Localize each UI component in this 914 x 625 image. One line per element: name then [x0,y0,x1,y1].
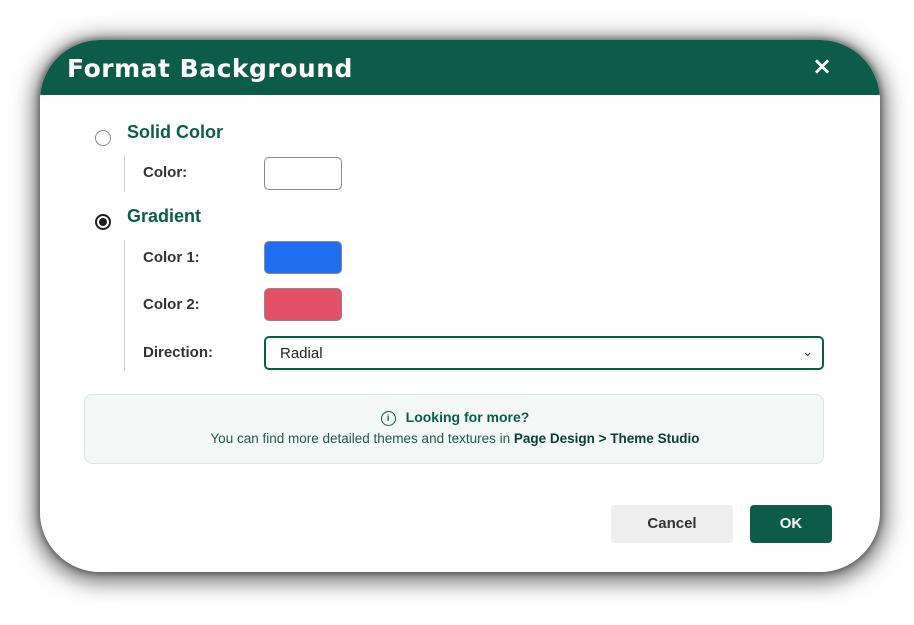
solid-color-swatch[interactable] [264,157,342,190]
gradient-radio[interactable] [95,214,111,230]
direction-label: Direction: [143,344,214,361]
info-heading-text: Looking for more? [405,409,530,425]
info-body: You can find more detailed themes and te… [85,431,825,446]
dialog-titlebar: Format Background × [40,40,880,95]
color1-swatch[interactable] [264,241,342,274]
gradient-label[interactable]: Gradient [127,206,201,227]
solid-color-label[interactable]: Solid Color [127,122,223,143]
solid-color-radio[interactable] [95,130,111,146]
info-circle-icon: i [380,411,396,426]
dialog-title: Format Background [67,54,353,83]
color2-swatch[interactable] [264,288,342,321]
direction-select-value: Radial [280,345,323,362]
format-background-dialog: Format Background × Solid Color Color: G… [40,40,880,572]
ok-button[interactable]: OK [750,505,832,543]
chevron-down-icon: ⌄ [802,345,813,360]
cancel-button[interactable]: Cancel [611,505,733,543]
color-label: Color: [143,164,188,181]
gradient-section-divider [124,240,125,371]
direction-select[interactable]: Radial ⌄ [264,336,824,370]
color2-label: Color 2: [143,296,200,313]
info-body-text: You can find more detailed themes and te… [210,431,511,446]
info-box: i Looking for more? You can find more det… [84,394,824,464]
theme-studio-path: Page Design > Theme Studio [513,431,700,446]
solid-section-divider [124,156,125,192]
close-icon[interactable]: × [808,52,836,80]
info-heading: i Looking for more? [85,409,825,426]
color1-label: Color 1: [143,249,200,266]
